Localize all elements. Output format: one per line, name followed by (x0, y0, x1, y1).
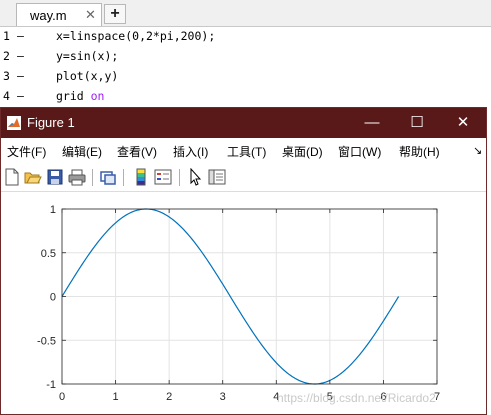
x-tick-label: 1 (113, 391, 119, 403)
watermark-text: https://blog.csdn.net/Ricardo2 (277, 391, 436, 405)
y-tick-label: 0 (50, 292, 56, 304)
sine-plot[interactable]: 0 1 2 3 4 5 6 7-1-0.500.51 (0, 0, 491, 415)
x-tick-label: 3 (220, 391, 226, 403)
y-tick-label: -1 (46, 379, 56, 391)
y-tick-label: 1 (50, 204, 56, 216)
x-tick-label: 0 (59, 391, 65, 403)
x-tick-label: 2 (166, 391, 172, 403)
y-tick-label: 0.5 (41, 248, 56, 260)
y-tick-label: -0.5 (37, 335, 56, 347)
